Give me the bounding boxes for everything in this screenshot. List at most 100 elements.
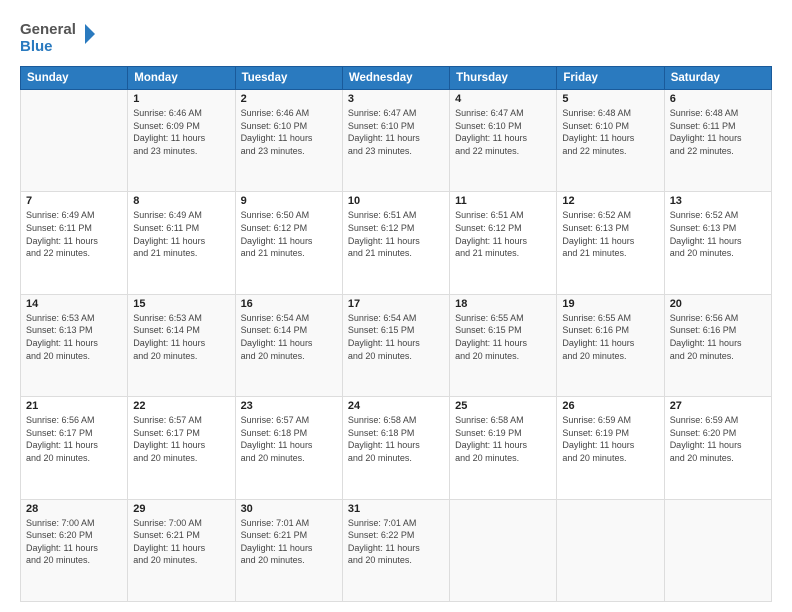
day-number: 23	[241, 400, 337, 412]
calendar-cell: 15 Sunrise: 6:53 AM Sunset: 6:14 PM Dayli…	[128, 294, 235, 396]
logo: GeneralBlue	[20, 18, 100, 56]
svg-text:General: General	[20, 21, 76, 38]
calendar-page: GeneralBlue SundayMondayTuesdayWednesday…	[0, 0, 792, 612]
day-number: 6	[670, 93, 766, 105]
day-info: Sunrise: 7:01 AM Sunset: 6:22 PM Dayligh…	[348, 517, 444, 567]
day-info: Sunrise: 6:54 AM Sunset: 6:14 PM Dayligh…	[241, 312, 337, 362]
day-header-saturday: Saturday	[664, 67, 771, 90]
calendar-cell: 11 Sunrise: 6:51 AM Sunset: 6:12 PM Dayli…	[450, 192, 557, 294]
day-info: Sunrise: 6:59 AM Sunset: 6:20 PM Dayligh…	[670, 414, 766, 464]
day-number: 30	[241, 503, 337, 515]
day-info: Sunrise: 6:51 AM Sunset: 6:12 PM Dayligh…	[455, 209, 551, 259]
day-info: Sunrise: 6:46 AM Sunset: 6:09 PM Dayligh…	[133, 107, 229, 157]
day-info: Sunrise: 6:52 AM Sunset: 6:13 PM Dayligh…	[670, 209, 766, 259]
day-number: 21	[26, 400, 122, 412]
day-number: 31	[348, 503, 444, 515]
day-info: Sunrise: 6:51 AM Sunset: 6:12 PM Dayligh…	[348, 209, 444, 259]
day-number: 25	[455, 400, 551, 412]
calendar-cell: 30 Sunrise: 7:01 AM Sunset: 6:21 PM Dayli…	[235, 499, 342, 601]
day-number: 15	[133, 298, 229, 310]
svg-text:Blue: Blue	[20, 38, 53, 55]
day-info: Sunrise: 6:58 AM Sunset: 6:18 PM Dayligh…	[348, 414, 444, 464]
day-number: 12	[562, 195, 658, 207]
calendar-cell: 17 Sunrise: 6:54 AM Sunset: 6:15 PM Dayli…	[342, 294, 449, 396]
day-info: Sunrise: 7:01 AM Sunset: 6:21 PM Dayligh…	[241, 517, 337, 567]
day-info: Sunrise: 6:49 AM Sunset: 6:11 PM Dayligh…	[133, 209, 229, 259]
day-number: 24	[348, 400, 444, 412]
day-number: 18	[455, 298, 551, 310]
calendar-cell	[557, 499, 664, 601]
day-number: 10	[348, 195, 444, 207]
calendar-cell: 6 Sunrise: 6:48 AM Sunset: 6:11 PM Daylig…	[664, 90, 771, 192]
calendar-cell: 23 Sunrise: 6:57 AM Sunset: 6:18 PM Dayli…	[235, 397, 342, 499]
day-info: Sunrise: 6:54 AM Sunset: 6:15 PM Dayligh…	[348, 312, 444, 362]
day-info: Sunrise: 6:46 AM Sunset: 6:10 PM Dayligh…	[241, 107, 337, 157]
day-number: 29	[133, 503, 229, 515]
day-number: 17	[348, 298, 444, 310]
calendar-cell: 13Sunrise: 6:52 AM Sunset: 6:13 PM Dayli…	[664, 192, 771, 294]
day-number: 20	[670, 298, 766, 310]
calendar-cell: 29 Sunrise: 7:00 AM Sunset: 6:21 PM Dayli…	[128, 499, 235, 601]
calendar-cell: 28 Sunrise: 7:00 AM Sunset: 6:20 PM Dayli…	[21, 499, 128, 601]
day-info: Sunrise: 6:59 AM Sunset: 6:19 PM Dayligh…	[562, 414, 658, 464]
day-number: 7	[26, 195, 122, 207]
day-number: 4	[455, 93, 551, 105]
day-number: 5	[562, 93, 658, 105]
calendar-table: SundayMondayTuesdayWednesdayThursdayFrid…	[20, 66, 772, 602]
logo-icon: GeneralBlue	[20, 18, 100, 56]
day-info: Sunrise: 6:55 AM Sunset: 6:16 PM Dayligh…	[562, 312, 658, 362]
calendar-cell: 21Sunrise: 6:56 AM Sunset: 6:17 PM Dayli…	[21, 397, 128, 499]
day-number: 19	[562, 298, 658, 310]
day-header-tuesday: Tuesday	[235, 67, 342, 90]
calendar-cell: 8 Sunrise: 6:49 AM Sunset: 6:11 PM Daylig…	[128, 192, 235, 294]
day-header-friday: Friday	[557, 67, 664, 90]
day-info: Sunrise: 6:48 AM Sunset: 6:11 PM Dayligh…	[670, 107, 766, 157]
day-number: 3	[348, 93, 444, 105]
calendar-cell: 20Sunrise: 6:56 AM Sunset: 6:16 PM Dayli…	[664, 294, 771, 396]
day-info: Sunrise: 6:47 AM Sunset: 6:10 PM Dayligh…	[455, 107, 551, 157]
day-info: Sunrise: 6:57 AM Sunset: 6:17 PM Dayligh…	[133, 414, 229, 464]
day-info: Sunrise: 7:00 AM Sunset: 6:20 PM Dayligh…	[26, 517, 122, 567]
calendar-cell: 7Sunrise: 6:49 AM Sunset: 6:11 PM Daylig…	[21, 192, 128, 294]
day-header-thursday: Thursday	[450, 67, 557, 90]
calendar-cell: 18Sunrise: 6:55 AM Sunset: 6:15 PM Dayli…	[450, 294, 557, 396]
calendar-cell: 24 Sunrise: 6:58 AM Sunset: 6:18 PM Dayli…	[342, 397, 449, 499]
day-info: Sunrise: 6:50 AM Sunset: 6:12 PM Dayligh…	[241, 209, 337, 259]
calendar-cell: 12 Sunrise: 6:52 AM Sunset: 6:13 PM Dayli…	[557, 192, 664, 294]
day-number: 28	[26, 503, 122, 515]
day-number: 22	[133, 400, 229, 412]
calendar-cell: 9 Sunrise: 6:50 AM Sunset: 6:12 PM Daylig…	[235, 192, 342, 294]
day-info: Sunrise: 6:52 AM Sunset: 6:13 PM Dayligh…	[562, 209, 658, 259]
calendar-cell	[21, 90, 128, 192]
calendar-cell: 14Sunrise: 6:53 AM Sunset: 6:13 PM Dayli…	[21, 294, 128, 396]
day-info: Sunrise: 6:48 AM Sunset: 6:10 PM Dayligh…	[562, 107, 658, 157]
day-info: Sunrise: 6:57 AM Sunset: 6:18 PM Dayligh…	[241, 414, 337, 464]
day-number: 16	[241, 298, 337, 310]
day-info: Sunrise: 6:53 AM Sunset: 6:14 PM Dayligh…	[133, 312, 229, 362]
calendar-cell: 1 Sunrise: 6:46 AM Sunset: 6:09 PM Daylig…	[128, 90, 235, 192]
day-number: 9	[241, 195, 337, 207]
calendar-cell: 10 Sunrise: 6:51 AM Sunset: 6:12 PM Dayli…	[342, 192, 449, 294]
day-header-wednesday: Wednesday	[342, 67, 449, 90]
calendar-cell: 16 Sunrise: 6:54 AM Sunset: 6:14 PM Dayli…	[235, 294, 342, 396]
header: GeneralBlue	[20, 18, 772, 56]
calendar-cell: 25 Sunrise: 6:58 AM Sunset: 6:19 PM Dayli…	[450, 397, 557, 499]
day-info: Sunrise: 7:00 AM Sunset: 6:21 PM Dayligh…	[133, 517, 229, 567]
calendar-cell	[450, 499, 557, 601]
day-number: 1	[133, 93, 229, 105]
calendar-cell	[664, 499, 771, 601]
day-header-sunday: Sunday	[21, 67, 128, 90]
day-number: 27	[670, 400, 766, 412]
day-number: 8	[133, 195, 229, 207]
day-info: Sunrise: 6:53 AM Sunset: 6:13 PM Dayligh…	[26, 312, 122, 362]
day-header-monday: Monday	[128, 67, 235, 90]
day-number: 26	[562, 400, 658, 412]
day-info: Sunrise: 6:47 AM Sunset: 6:10 PM Dayligh…	[348, 107, 444, 157]
calendar-cell: 3 Sunrise: 6:47 AM Sunset: 6:10 PM Daylig…	[342, 90, 449, 192]
logo-container: GeneralBlue	[20, 18, 100, 56]
calendar-cell: 31 Sunrise: 7:01 AM Sunset: 6:22 PM Dayli…	[342, 499, 449, 601]
day-info: Sunrise: 6:58 AM Sunset: 6:19 PM Dayligh…	[455, 414, 551, 464]
day-number: 11	[455, 195, 551, 207]
calendar-cell: 2Sunrise: 6:46 AM Sunset: 6:10 PM Daylig…	[235, 90, 342, 192]
calendar-cell: 26 Sunrise: 6:59 AM Sunset: 6:19 PM Dayli…	[557, 397, 664, 499]
